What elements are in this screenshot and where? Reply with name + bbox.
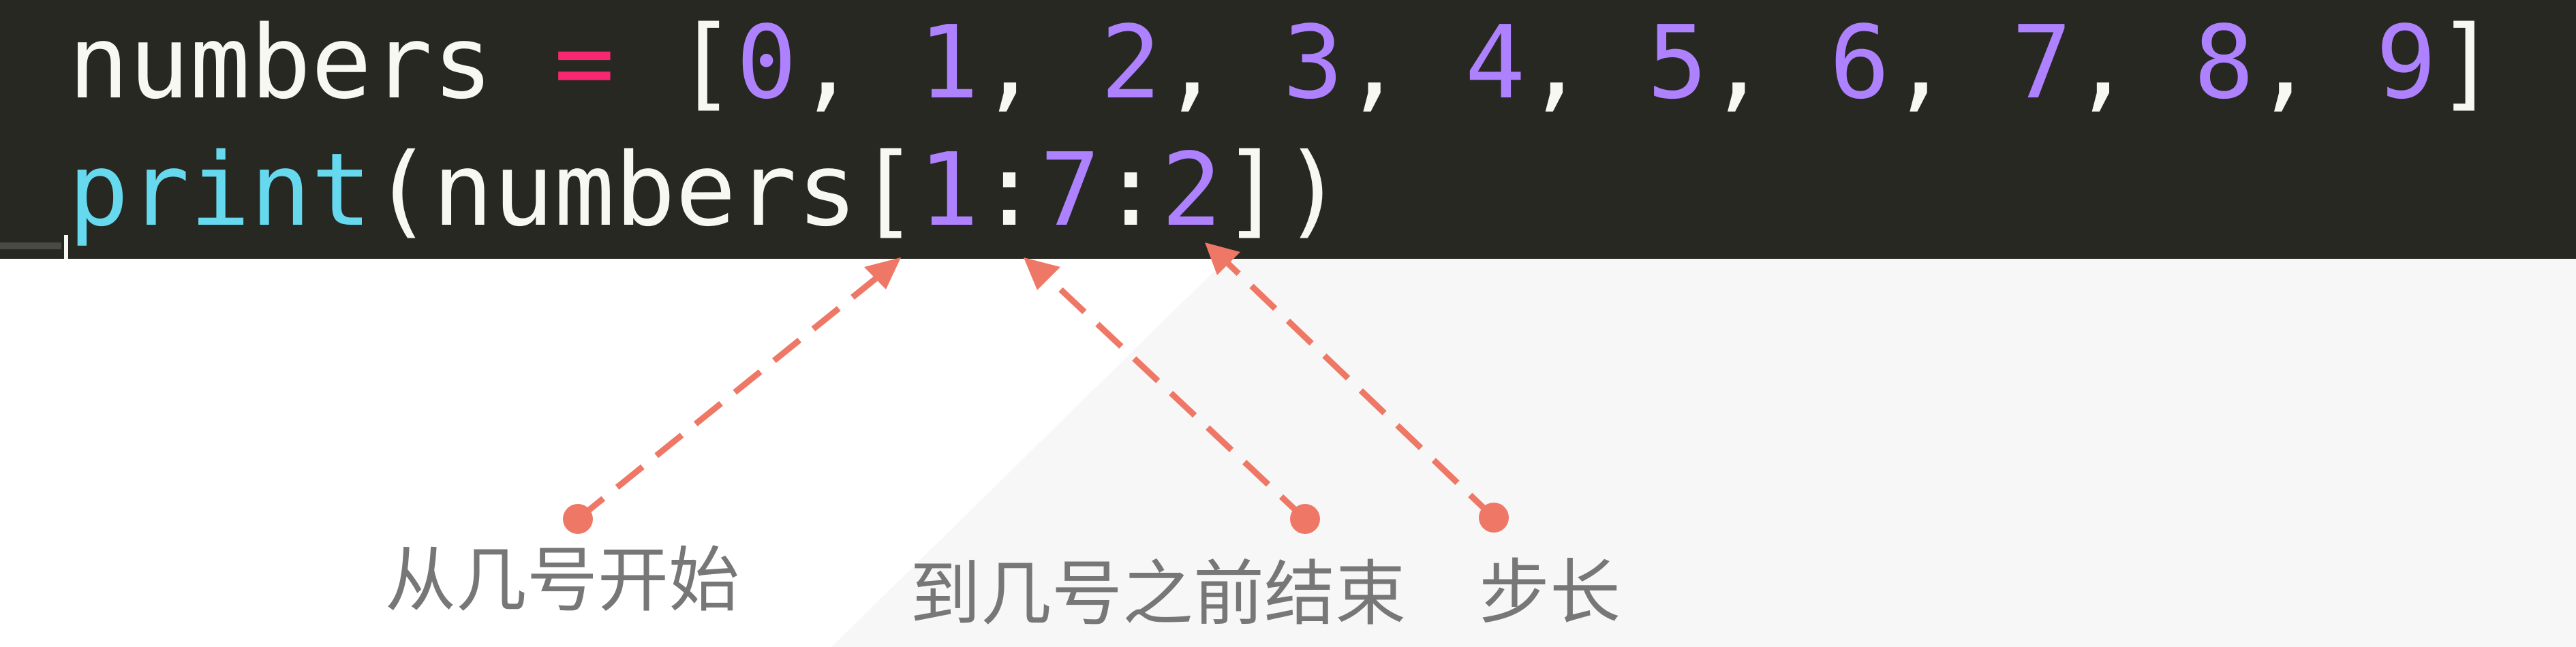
arrow-start-dot xyxy=(563,504,593,534)
arrow-step-dot xyxy=(1479,503,1509,533)
arrow-stop-head xyxy=(1024,257,1060,290)
label-step: 步长 xyxy=(1479,551,1621,634)
label-start-index: 从几号开始 xyxy=(385,539,740,622)
arrow-start xyxy=(576,273,881,522)
label-stop-index: 到几号之前结束 xyxy=(910,552,1407,635)
arrow-stop-dot xyxy=(1290,504,1320,534)
arrow-stop xyxy=(1043,273,1308,522)
